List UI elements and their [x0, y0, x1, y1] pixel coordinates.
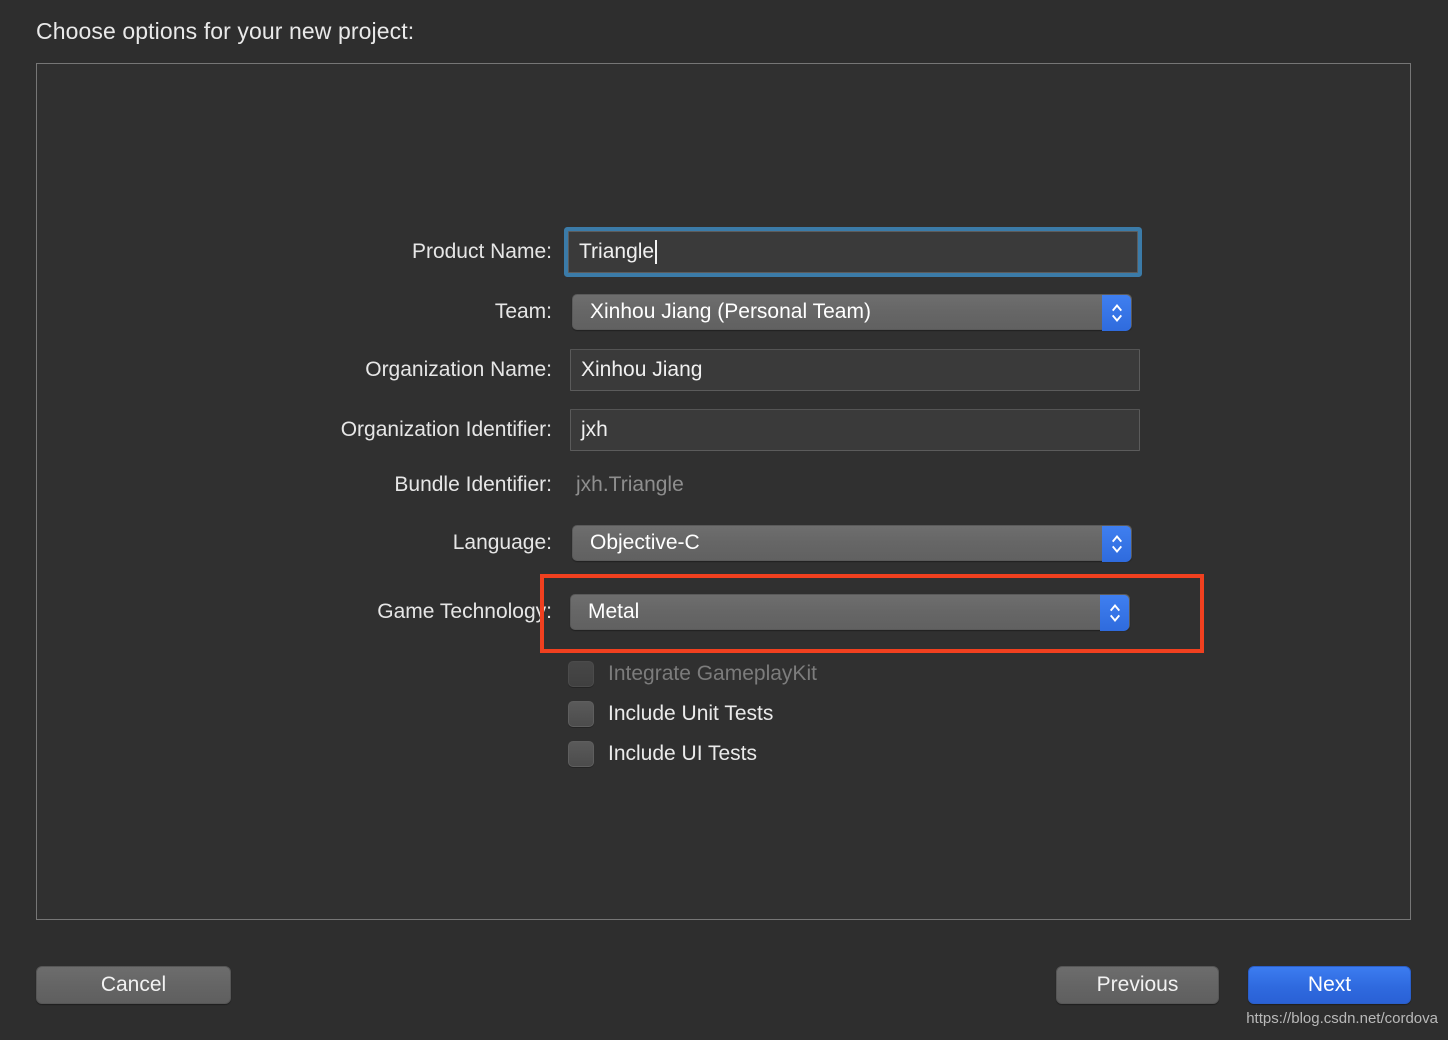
chevron-up-down-icon[interactable] [1102, 295, 1131, 331]
language-label-wrap: Language: [132, 522, 552, 564]
checkbox-label: Include Unit Tests [608, 702, 774, 725]
chevron-up-down-icon[interactable] [1102, 526, 1131, 562]
chevron-up-down-icon[interactable] [1100, 595, 1129, 631]
checkbox-include-ui-tests[interactable]: Include UI Tests [568, 739, 757, 769]
team-dropdown[interactable]: Xinhou Jiang (Personal Team) [572, 294, 1132, 331]
product-name-label-wrap: Product Name: [132, 231, 552, 273]
organization-name-label-wrap: Organization Name: [132, 349, 552, 391]
form-row-organization-identifier: Organization Identifier: jxh [0, 409, 1448, 451]
organization-name-control: Xinhou Jiang [570, 349, 1140, 391]
language-dropdown[interactable]: Objective-C [572, 525, 1132, 562]
product-name-label: Product Name: [411, 240, 552, 263]
cancel-button[interactable]: Cancel [36, 966, 231, 1004]
team-label-wrap: Team: [132, 291, 552, 333]
page-title: Choose options for your new project: [36, 18, 415, 44]
game-technology-control: Metal [570, 591, 1130, 633]
form-row-language: Language: Objective-C [0, 522, 1448, 564]
checkbox-label: Include UI Tests [608, 742, 758, 765]
watermark-url: https://blog.csdn.net/cordova [1246, 1010, 1438, 1027]
organization-name-input[interactable]: Xinhou Jiang [570, 349, 1140, 391]
bundle-identifier-label-wrap: Bundle Identifier: [132, 464, 552, 506]
form-row-bundle-identifier: Bundle Identifier: jxh.Triangle [0, 464, 1448, 506]
organization-identifier-value: jxh [581, 418, 608, 441]
game-technology-label-wrap: Game Technology: [132, 591, 552, 633]
checkbox-box-icon[interactable] [568, 701, 594, 727]
form-row-game-technology: Game Technology: Metal [0, 591, 1448, 633]
product-name-input[interactable]: Triangle [568, 231, 1138, 273]
form-row-team: Team: Xinhou Jiang (Personal Team) [0, 291, 1448, 333]
team-selected-value: Xinhou Jiang (Personal Team) [590, 300, 871, 323]
checkbox-include-unit-tests[interactable]: Include Unit Tests [568, 699, 773, 729]
game-technology-label: Game Technology: [377, 600, 552, 623]
checkbox-label: Integrate GameplayKit [608, 662, 817, 685]
organization-identifier-label: Organization Identifier: [340, 418, 552, 441]
game-technology-selected-value: Metal [588, 600, 640, 623]
team-control: Xinhou Jiang (Personal Team) [572, 291, 1132, 333]
bundle-identifier-label: Bundle Identifier: [394, 473, 552, 496]
checkbox-box-icon[interactable] [568, 661, 594, 687]
bundle-identifier-control: jxh.Triangle [570, 464, 684, 506]
organization-name-label: Organization Name: [365, 358, 552, 381]
product-name-control: Triangle [568, 231, 1138, 273]
product-name-value: Triangle [579, 240, 655, 263]
checkbox-integrate-gameplaykit[interactable]: Integrate GameplayKit [568, 659, 817, 689]
language-selected-value: Objective-C [590, 531, 700, 554]
next-button[interactable]: Next [1248, 966, 1411, 1004]
organization-identifier-label-wrap: Organization Identifier: [132, 409, 552, 451]
organization-identifier-input[interactable]: jxh [570, 409, 1140, 451]
form-row-organization-name: Organization Name: Xinhou Jiang [0, 349, 1448, 391]
language-control: Objective-C [572, 522, 1132, 564]
language-label: Language: [452, 531, 552, 554]
game-technology-dropdown[interactable]: Metal [570, 594, 1130, 631]
text-caret [655, 240, 658, 264]
organization-name-value: Xinhou Jiang [581, 358, 703, 381]
checkbox-box-icon[interactable] [568, 741, 594, 767]
organization-identifier-control: jxh [570, 409, 1140, 451]
form-row-product-name: Product Name: Triangle [0, 231, 1448, 273]
bundle-identifier-value: jxh.Triangle [576, 473, 684, 496]
team-label: Team: [494, 300, 552, 323]
previous-button[interactable]: Previous [1056, 966, 1219, 1004]
